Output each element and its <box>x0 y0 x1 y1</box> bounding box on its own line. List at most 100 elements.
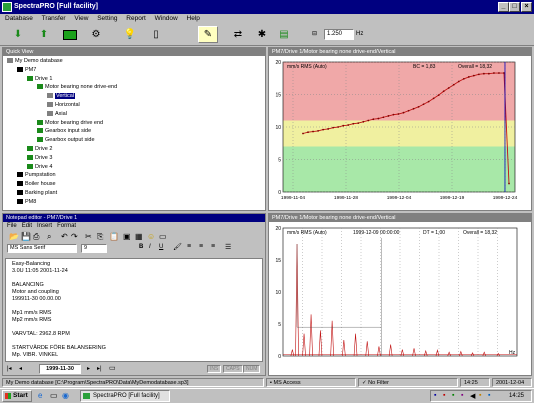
find-icon[interactable]: ⌕ <box>47 232 51 242</box>
tree-item[interactable]: Motor bearing drive end <box>37 120 103 127</box>
undo-icon[interactable]: ↶ <box>61 232 68 241</box>
measure-icon[interactable]: ⚙ <box>86 26 106 43</box>
bold-button[interactable]: B <box>139 244 143 250</box>
menu-window[interactable]: Window <box>155 15 178 22</box>
notepad-menu-edit[interactable]: Edit <box>22 223 32 229</box>
open-icon[interactable]: 📂 <box>9 232 19 241</box>
color-icon[interactable]: 🖌 <box>173 243 182 251</box>
tree-item[interactable]: PM7 <box>17 67 36 74</box>
minimize-button[interactable]: _ <box>498 2 509 12</box>
task-spectrapro[interactable]: SpectraPRO [Full facility] <box>80 390 170 402</box>
notepad-text-area[interactable]: Easy-Balancing 3.0U 11:05 2001-11-24 BAL… <box>5 258 263 362</box>
notepad-menu-format[interactable]: Format <box>57 223 76 229</box>
underline-button[interactable]: U <box>159 244 163 250</box>
notepad-menu-file[interactable]: File <box>7 223 17 229</box>
tray-antivirus-icon[interactable]: ▪ <box>443 392 445 399</box>
paste-icon[interactable]: 📋 <box>109 232 119 241</box>
trend-point <box>347 124 350 126</box>
notepad-panel: Notepad editor - PM7/Drive 1 File Edit I… <box>2 213 266 376</box>
align-center-icon[interactable]: ≡ <box>199 243 203 250</box>
x-tick-label: 1999-12-04 <box>387 195 412 201</box>
status-access-text: MS Access <box>273 380 301 386</box>
trend-point <box>317 130 319 132</box>
align-left-icon[interactable]: ≡ <box>187 243 191 250</box>
outlook-icon[interactable]: ◉ <box>62 391 69 400</box>
speed-input[interactable]: 1.250 <box>324 29 354 40</box>
start-label: Start <box>13 392 28 399</box>
menu-view[interactable]: View <box>74 15 88 22</box>
picture-icon[interactable]: ▣ <box>123 232 131 241</box>
report-icon[interactable]: ▯ <box>146 26 166 43</box>
desktop-icon[interactable]: ▭ <box>50 391 58 400</box>
insert-object-icon[interactable]: ▭ <box>159 232 167 241</box>
tree-item[interactable]: Motor bearing none drive-end <box>37 84 117 91</box>
tree-item[interactable]: Barking plant <box>17 190 57 197</box>
calendar-icon[interactable]: ▦ <box>135 232 143 241</box>
tray-tool-icon[interactable]: ▪ <box>479 392 481 399</box>
y-tick-label: 5 <box>278 322 281 328</box>
menu-database[interactable]: Database <box>5 15 33 22</box>
italic-button[interactable]: I <box>149 244 151 250</box>
bulb-icon[interactable]: 💡 <box>120 26 140 43</box>
tree-item[interactable]: Drive 4 <box>27 164 52 171</box>
next-record-icon[interactable]: ▸ <box>87 365 90 372</box>
tree-item-label: Drive 1 <box>35 75 53 82</box>
emoji-icon[interactable]: ☺ <box>147 232 155 241</box>
print-icon[interactable]: ⎙ <box>33 232 39 242</box>
tree-item[interactable]: Boiler house <box>17 181 56 188</box>
notepad-menu-insert[interactable]: Insert <box>37 223 52 229</box>
date-nav-input[interactable]: 1999-11-30 <box>39 364 81 374</box>
close-button[interactable]: × <box>521 2 532 12</box>
drive-icon <box>27 75 33 81</box>
bearing-icon <box>37 119 43 125</box>
trend-point <box>488 72 490 75</box>
menu-setting[interactable]: Setting <box>97 15 117 22</box>
last-record-icon[interactable]: ▸| <box>97 365 102 372</box>
spectrum-chart[interactable]: 0 5 10 15 20 mm/s RMS (Auto) 1999-12-09 00:00:… <box>269 222 531 375</box>
bullets-icon[interactable]: ☰ <box>225 243 231 251</box>
tree-item[interactable]: Gearbox output side <box>37 137 95 144</box>
tree-item[interactable]: Axial <box>47 111 67 118</box>
notepad-icon[interactable]: ✎ <box>198 26 218 43</box>
align-right-icon[interactable]: ≡ <box>211 243 215 250</box>
first-record-icon[interactable]: |◂ <box>7 365 12 372</box>
redo-icon[interactable]: ↷ <box>71 232 78 241</box>
tree-item[interactable]: Drive 3 <box>27 155 52 162</box>
tray-status-icon[interactable]: ▪ <box>452 392 454 399</box>
menu-transfer[interactable]: Transfer <box>42 15 66 22</box>
tree-item[interactable]: Pumpstation <box>17 172 56 179</box>
size-select[interactable]: 9 <box>81 244 107 253</box>
tree-item[interactable]: PM8 <box>17 199 36 206</box>
spectrum-peak <box>412 348 416 357</box>
download-icon[interactable]: ⬇ <box>8 26 28 43</box>
menu-report[interactable]: Report <box>126 15 146 22</box>
tree-item[interactable]: Gearbox input side <box>37 128 91 135</box>
tree-item[interactable]: Drive 2 <box>27 146 52 153</box>
prev-record-icon[interactable]: ◂ <box>19 365 22 372</box>
menu-help[interactable]: Help <box>187 15 200 22</box>
copy-icon[interactable]: ⎘ <box>97 232 103 242</box>
tray-network-icon[interactable]: ▪ <box>434 392 436 399</box>
new-record-icon[interactable]: ▭ <box>109 364 116 372</box>
tray-app-icon[interactable]: ▪ <box>461 392 463 399</box>
tree-item[interactable]: Drive 1 <box>27 76 52 83</box>
tools-icon[interactable]: ✱ <box>252 26 272 43</box>
tree-item[interactable]: Vertical <box>47 93 76 100</box>
upload-icon[interactable]: ⬆ <box>34 26 54 43</box>
save-icon[interactable]: 💾 <box>21 232 31 241</box>
tree-item-label: Drive 3 <box>35 154 53 161</box>
transfer-icon[interactable]: ⇄ <box>228 26 248 43</box>
maximize-button[interactable]: □ <box>509 2 520 12</box>
font-select[interactable]: MS Sans Serif <box>7 244 77 253</box>
start-button[interactable]: Start <box>2 390 32 402</box>
tree-item[interactable]: My Demo database <box>7 58 63 65</box>
ie-icon[interactable]: e <box>38 391 42 400</box>
monitor-icon[interactable] <box>60 26 80 43</box>
trend-chart[interactable]: 051015201999-11-04 1999-11-28 1999-12-04 19… <box>269 56 531 210</box>
tray-speaker-icon[interactable]: ◀ <box>470 392 475 400</box>
cut-icon[interactable]: ✂ <box>85 232 92 241</box>
tree-item[interactable]: Horizontal <box>47 102 80 109</box>
chart-icon[interactable]: ▤ <box>274 26 294 43</box>
spectrum-peak <box>309 314 313 357</box>
tray-messenger-icon[interactable]: ▪ <box>488 392 490 399</box>
